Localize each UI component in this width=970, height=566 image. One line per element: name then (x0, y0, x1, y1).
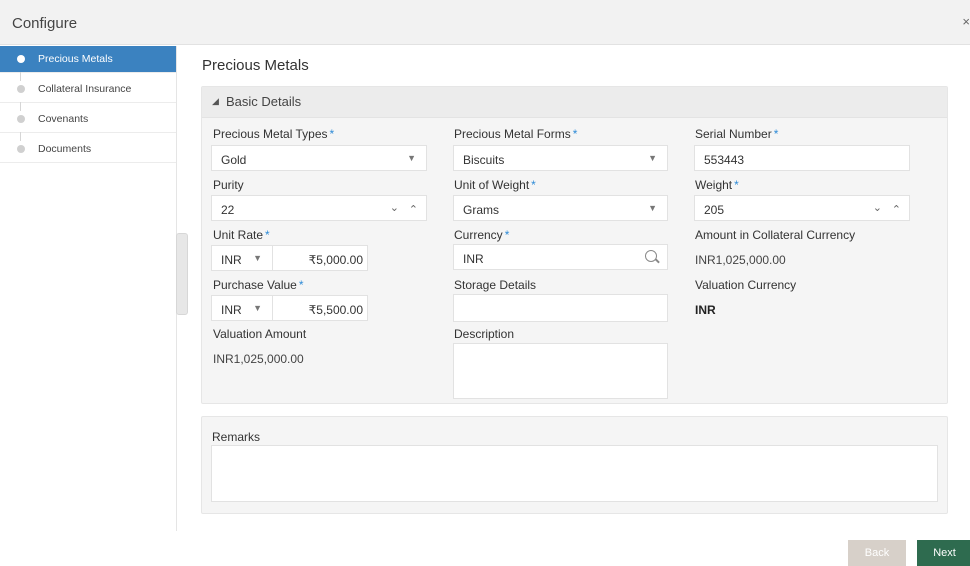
remarks-textarea[interactable] (211, 445, 938, 502)
step-connector (20, 132, 21, 141)
description-label: Description (454, 327, 515, 341)
step-dot-icon (17, 115, 25, 123)
dropdown-arrow-icon: ▼ (253, 303, 262, 313)
sidebar-item-collateral-insurance[interactable]: Collateral Insurance (0, 72, 176, 103)
sidebar-item-precious-metals[interactable]: Precious Metals (0, 46, 176, 73)
dialog-header: Configure × (0, 0, 970, 45)
purchase-value-label: Purchase Value * (213, 278, 304, 292)
step-dot-icon (17, 55, 25, 63)
purity-stepper[interactable]: 22 ⌄ ⌃ (211, 195, 427, 221)
amount-collateral-value: INR1,025,000.00 (695, 253, 786, 267)
unit-of-weight-select[interactable]: Grams ▼ (453, 195, 668, 221)
valuation-currency-label: Valuation Currency (695, 278, 797, 292)
valuation-amount-label: Valuation Amount (213, 327, 307, 341)
serial-number-input[interactable]: 553443 (694, 145, 910, 171)
next-button[interactable]: Next (917, 540, 970, 566)
page-title: Precious Metals (202, 57, 309, 74)
step-dot-icon (17, 85, 25, 93)
unit-rate-label: Unit Rate * (213, 228, 270, 242)
sidebar-item-label: Collateral Insurance (38, 83, 132, 95)
weight-stepper[interactable]: 205 ⌄ ⌃ (694, 195, 910, 221)
step-dot-icon (17, 145, 25, 153)
chevron-up-icon[interactable]: ⌃ (409, 203, 418, 216)
amount-collateral-label: Amount in Collateral Currency (695, 228, 856, 242)
dropdown-arrow-icon: ▼ (648, 153, 657, 163)
currency-lookup-input[interactable]: INR (453, 244, 668, 270)
description-textarea[interactable] (453, 343, 668, 399)
serial-number-label: Serial Number * (695, 127, 779, 141)
step-connector (20, 102, 21, 111)
storage-details-input[interactable] (453, 294, 668, 322)
currency-label: Currency * (454, 228, 510, 242)
remarks-label: Remarks (212, 430, 261, 444)
metal-forms-label: Precious Metal Forms * (454, 127, 578, 141)
close-icon[interactable]: × (962, 14, 970, 29)
dropdown-arrow-icon: ▼ (407, 153, 416, 163)
valuation-currency-value: INR (695, 303, 716, 317)
unit-of-weight-label: Unit of Weight * (454, 178, 536, 192)
purchase-currency-select[interactable]: INR ▼ (211, 295, 273, 321)
dialog-title: Configure (12, 15, 78, 32)
sidebar-collapse-handle[interactable] (176, 233, 188, 315)
step-connector (20, 72, 21, 81)
valuation-amount-value: INR1,025,000.00 (213, 352, 304, 366)
chevron-down-icon[interactable]: ⌄ (390, 201, 399, 214)
basic-details-header[interactable]: ◢ Basic Details (202, 87, 947, 118)
purchase-amount-input[interactable]: ₹5,500.00 (272, 295, 368, 321)
sidebar-item-label: Covenants (38, 113, 89, 125)
remarks-panel: Remarks (201, 416, 948, 514)
sidebar-item-label: Documents (38, 143, 92, 155)
search-icon[interactable] (645, 250, 657, 262)
back-button[interactable]: Back (848, 540, 906, 566)
dropdown-arrow-icon: ▼ (648, 203, 657, 213)
basic-details-panel: ◢ Basic Details Precious Metal Types * Go… (201, 86, 948, 404)
chevron-up-icon[interactable]: ⌃ (892, 203, 901, 216)
sidebar-item-covenants[interactable]: Covenants (0, 102, 176, 133)
sidebar: Precious Metals Collateral Insurance Cov… (0, 46, 177, 531)
metal-forms-select[interactable]: Biscuits ▼ (453, 145, 668, 171)
collapse-triangle-icon[interactable]: ◢ (212, 96, 219, 107)
weight-label: Weight * (695, 178, 739, 192)
sidebar-item-label: Precious Metals (38, 53, 113, 65)
unit-rate-amount-input[interactable]: ₹5,000.00 (272, 245, 368, 271)
metal-types-label: Precious Metal Types * (213, 127, 335, 141)
unit-rate-currency-select[interactable]: INR ▼ (211, 245, 273, 271)
sidebar-item-documents[interactable]: Documents (0, 132, 176, 163)
dropdown-arrow-icon: ▼ (253, 253, 262, 263)
purity-label: Purity (213, 178, 244, 192)
section-title: Basic Details (226, 94, 302, 109)
metal-types-select[interactable]: Gold ▼ (211, 145, 427, 171)
storage-details-label: Storage Details (454, 278, 537, 292)
chevron-down-icon[interactable]: ⌄ (873, 201, 882, 214)
